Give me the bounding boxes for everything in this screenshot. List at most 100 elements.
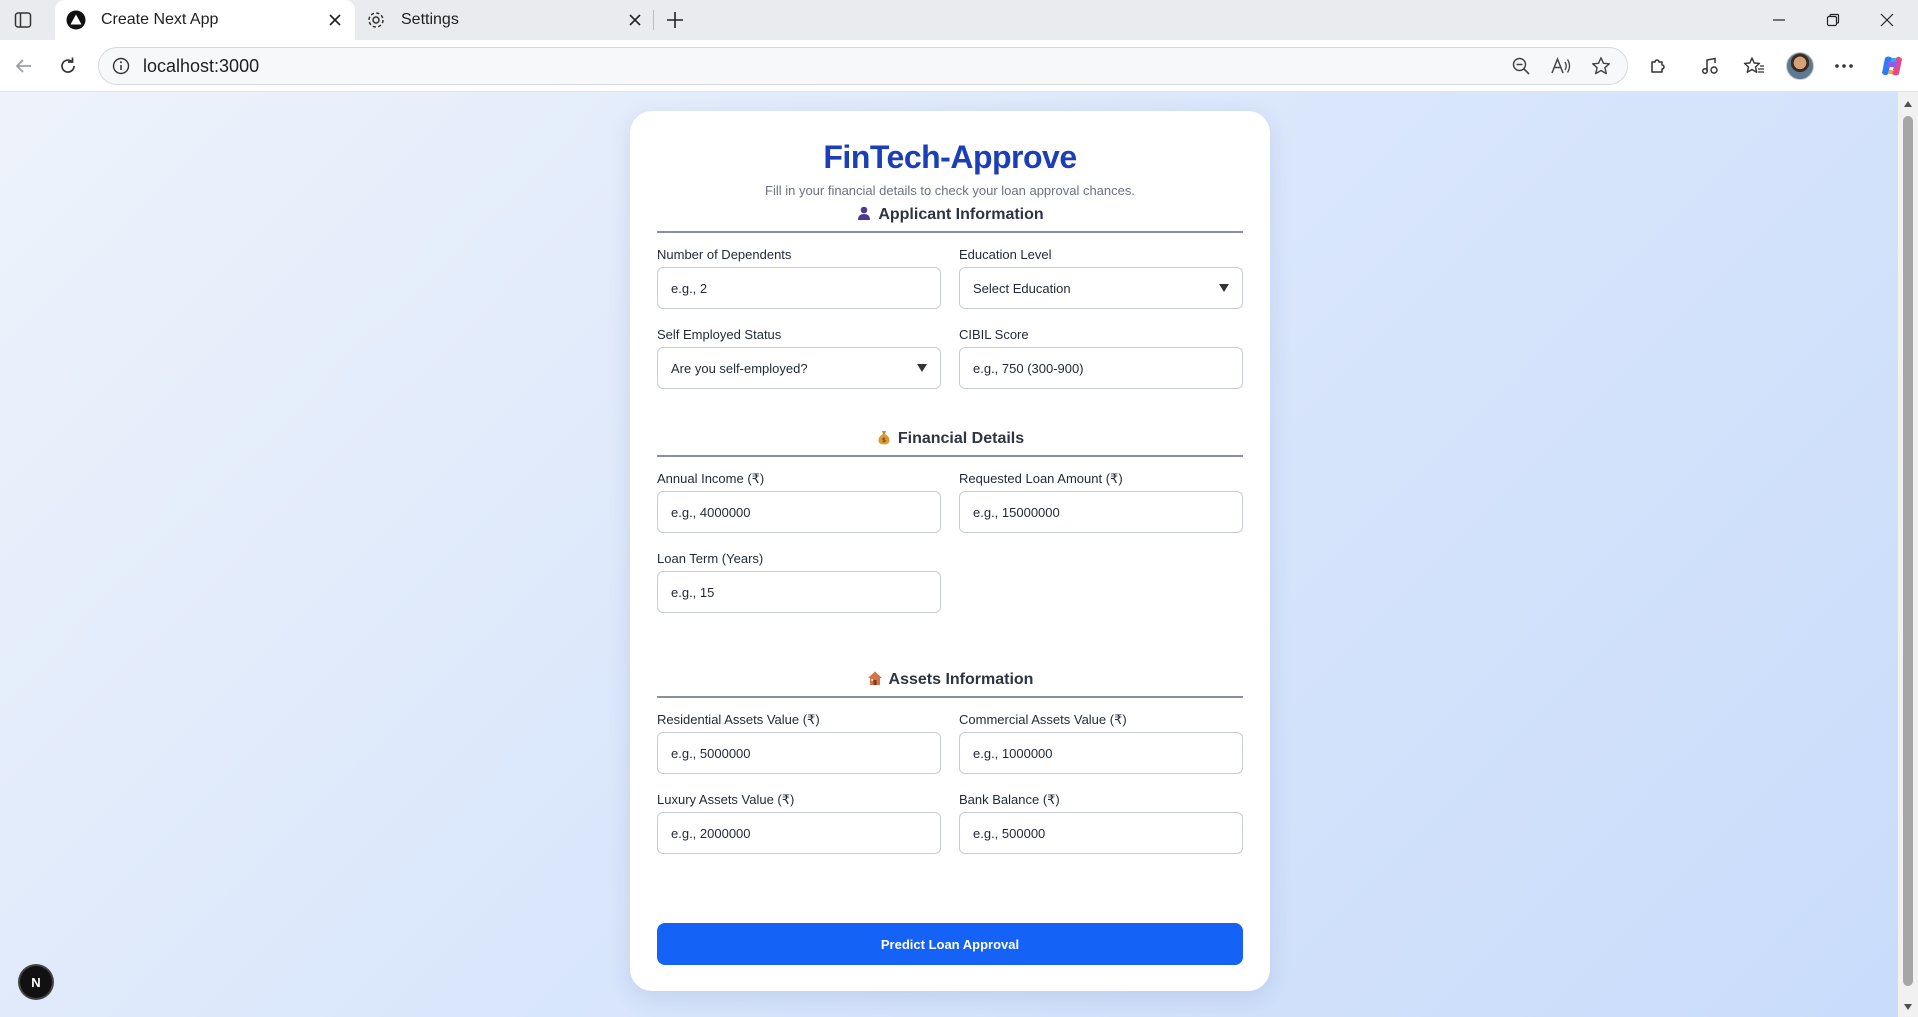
scroll-down-icon[interactable] bbox=[1902, 1001, 1914, 1013]
field-loan-amount: Requested Loan Amount (₹) e.g., 15000000 bbox=[959, 471, 1243, 533]
education-select[interactable]: Select Education bbox=[959, 267, 1243, 309]
section-heading-applicant: Applicant Information bbox=[657, 185, 1243, 233]
extensions-button[interactable] bbox=[1640, 50, 1676, 82]
field-label: Education Level bbox=[959, 247, 1052, 262]
tab-title: Create Next App bbox=[101, 11, 219, 28]
field-label: CIBIL Score bbox=[959, 327, 1029, 342]
field-luxury-assets: Luxury Assets Value (₹) e.g., 2000000 bbox=[657, 792, 941, 854]
loan-term-placeholder: e.g., 15 bbox=[671, 584, 715, 600]
loan-term-input[interactable]: e.g., 15 bbox=[657, 571, 941, 613]
read-aloud-icon[interactable] bbox=[1545, 50, 1577, 82]
favorites-button[interactable] bbox=[1736, 50, 1772, 82]
info-icon[interactable] bbox=[111, 56, 131, 76]
caret-down-icon bbox=[916, 362, 928, 374]
plus-icon bbox=[667, 12, 683, 28]
section-title: Financial Details bbox=[897, 430, 1025, 447]
close-tab-button[interactable] bbox=[321, 6, 349, 34]
close-window-button[interactable] bbox=[1860, 0, 1914, 40]
zoom-out-icon[interactable] bbox=[1505, 50, 1537, 82]
tab-settings[interactable]: Settings bbox=[355, 0, 655, 40]
field-label: Number of Dependents bbox=[657, 247, 792, 262]
url-text[interactable]: localhost:3000 bbox=[143, 56, 1505, 77]
restore-icon bbox=[1826, 13, 1840, 27]
media-control-button[interactable] bbox=[1692, 50, 1728, 82]
new-tab-button[interactable] bbox=[660, 5, 690, 35]
dependents-input[interactable]: e.g., 2 bbox=[657, 267, 941, 309]
gear-icon bbox=[365, 9, 387, 31]
bank-balance-placeholder: e.g., 500000 bbox=[973, 825, 1046, 841]
commercial-placeholder: e.g., 1000000 bbox=[973, 745, 1053, 761]
field-cibil-score: CIBIL Score e.g., 750 (300-900) bbox=[959, 327, 1243, 389]
browser-toolbar: localhost:3000 bbox=[0, 40, 1918, 92]
more-menu-button[interactable] bbox=[1826, 50, 1862, 82]
minimize-button[interactable] bbox=[1752, 0, 1806, 40]
section-heading-assets: Assets Information bbox=[657, 650, 1243, 698]
field-education: Education Level Select Education bbox=[959, 247, 1243, 309]
minimize-icon bbox=[1773, 19, 1785, 21]
house-icon bbox=[867, 671, 882, 685]
field-residential-assets: Residential Assets Value (₹) e.g., 50000… bbox=[657, 712, 941, 774]
caret-down-icon bbox=[1218, 282, 1230, 294]
field-bank-balance: Bank Balance (₹) e.g., 500000 bbox=[959, 792, 1243, 854]
dependents-placeholder: e.g., 2 bbox=[671, 280, 708, 296]
luxury-assets-input[interactable]: e.g., 2000000 bbox=[657, 812, 941, 854]
field-loan-term: Loan Term (Years) e.g., 15 bbox=[657, 551, 941, 613]
field-label: Commercial Assets Value (₹) bbox=[959, 712, 1127, 727]
favorite-star-icon[interactable] bbox=[1585, 50, 1617, 82]
refresh-button[interactable] bbox=[52, 50, 84, 82]
scrollbar-thumb[interactable] bbox=[1903, 116, 1913, 986]
address-bar[interactable]: localhost:3000 bbox=[98, 47, 1628, 85]
tab-title: Settings bbox=[401, 11, 459, 28]
avatar bbox=[1786, 52, 1814, 80]
cibil-score-input[interactable]: e.g., 750 (300-900) bbox=[959, 347, 1243, 389]
profile-button[interactable] bbox=[1782, 50, 1818, 82]
tab-create-next-app[interactable]: Create Next App bbox=[55, 0, 355, 40]
close-icon bbox=[329, 14, 341, 26]
svg-text:$: $ bbox=[882, 437, 886, 444]
page-scrollbar[interactable] bbox=[1898, 92, 1918, 1017]
refresh-icon bbox=[61, 57, 75, 73]
annual-income-input[interactable]: e.g., 4000000 bbox=[657, 491, 941, 533]
close-icon bbox=[1880, 13, 1894, 27]
field-label: Residential Assets Value (₹) bbox=[657, 712, 820, 727]
nextjs-dev-indicator[interactable]: N bbox=[20, 966, 52, 998]
person-icon bbox=[858, 206, 871, 220]
field-label: Annual Income (₹) bbox=[657, 471, 765, 486]
nextjs-icon bbox=[65, 9, 87, 31]
tab-bar: Create Next App Settings bbox=[0, 0, 1918, 40]
close-tab-button[interactable] bbox=[621, 6, 649, 34]
music-note-icon bbox=[1701, 57, 1718, 75]
field-label: Self Employed Status bbox=[657, 327, 782, 342]
puzzle-icon bbox=[1651, 59, 1665, 73]
field-self-employed: Self Employed Status Are you self-employ… bbox=[657, 327, 941, 389]
page-title: FinTech-Approve bbox=[823, 139, 1077, 175]
self-employed-selected-value: Are you self-employed? bbox=[671, 360, 808, 376]
field-label: Requested Loan Amount (₹) bbox=[959, 471, 1123, 486]
copilot-button[interactable] bbox=[1874, 50, 1910, 82]
loan-amount-input[interactable]: e.g., 15000000 bbox=[959, 491, 1243, 533]
residential-assets-input[interactable]: e.g., 5000000 bbox=[657, 732, 941, 774]
favorites-icon bbox=[1743, 57, 1764, 73]
luxury-placeholder: e.g., 2000000 bbox=[671, 825, 751, 841]
loan-form-card: FinTech-Approve Fill in your financial d… bbox=[630, 111, 1270, 991]
section-heading-financial: $ Financial Details bbox=[657, 409, 1243, 457]
predict-loan-approval-button[interactable]: Predict Loan Approval bbox=[657, 923, 1243, 965]
scroll-up-icon[interactable] bbox=[1902, 98, 1914, 110]
arrow-left-icon bbox=[15, 59, 31, 73]
annual-income-placeholder: e.g., 4000000 bbox=[671, 504, 751, 520]
field-dependents: Number of Dependents e.g., 2 bbox=[657, 247, 941, 309]
restore-button[interactable] bbox=[1806, 0, 1860, 40]
field-label: Bank Balance (₹) bbox=[959, 792, 1060, 807]
section-title: Applicant Information bbox=[878, 206, 1044, 223]
bank-balance-input[interactable]: e.g., 500000 bbox=[959, 812, 1243, 854]
cibil-placeholder: e.g., 750 (300-900) bbox=[973, 360, 1084, 376]
education-selected-value: Select Education bbox=[973, 280, 1071, 296]
commercial-assets-input[interactable]: e.g., 1000000 bbox=[959, 732, 1243, 774]
dev-badge-label: N bbox=[31, 974, 41, 990]
back-button[interactable] bbox=[8, 50, 40, 82]
money-bag-icon: $ bbox=[878, 431, 890, 445]
sidebar-toggle-button[interactable] bbox=[8, 5, 38, 35]
self-employed-select[interactable]: Are you self-employed? bbox=[657, 347, 941, 389]
field-commercial-assets: Commercial Assets Value (₹) e.g., 100000… bbox=[959, 712, 1243, 774]
field-annual-income: Annual Income (₹) e.g., 4000000 bbox=[657, 471, 941, 533]
